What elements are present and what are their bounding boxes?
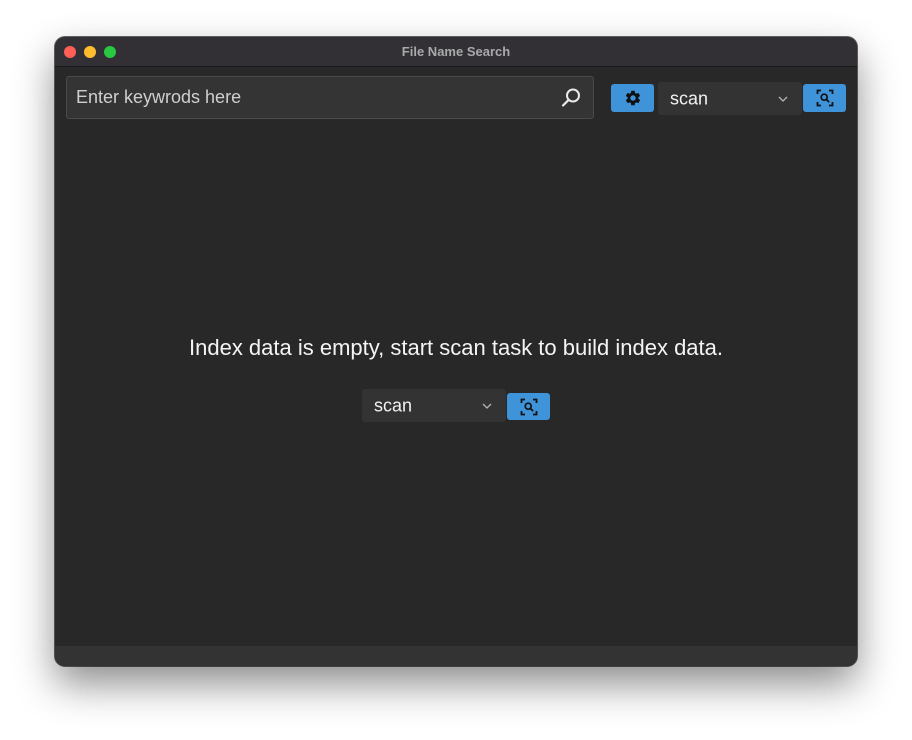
start-scan-button[interactable]	[803, 84, 846, 112]
title-bar[interactable]: File Name Search	[55, 37, 857, 67]
scan-search-icon	[816, 89, 833, 107]
gear-icon	[625, 90, 640, 106]
window-title: File Name Search	[401, 44, 511, 59]
empty-state-scan-type-select-value: scan	[374, 395, 413, 415]
empty-index-message: Index data is empty, start scan task to …	[189, 335, 723, 360]
scan-type-select[interactable]: scan	[658, 82, 802, 115]
chevron-down-icon	[778, 96, 788, 102]
chevron-down-icon	[482, 403, 492, 409]
empty-state-start-scan-button[interactable]	[507, 393, 550, 420]
search-icon[interactable]	[560, 87, 582, 109]
empty-state-scan-type-select[interactable]: scan	[362, 389, 506, 422]
settings-button[interactable]	[611, 84, 654, 112]
search-box[interactable]	[66, 76, 594, 119]
status-bar	[55, 646, 857, 666]
scan-type-select-value: scan	[670, 88, 709, 108]
search-input[interactable]	[67, 77, 547, 118]
app-window: File Name Search scan Index data is empt…	[55, 37, 857, 666]
scan-search-icon	[520, 398, 537, 415]
